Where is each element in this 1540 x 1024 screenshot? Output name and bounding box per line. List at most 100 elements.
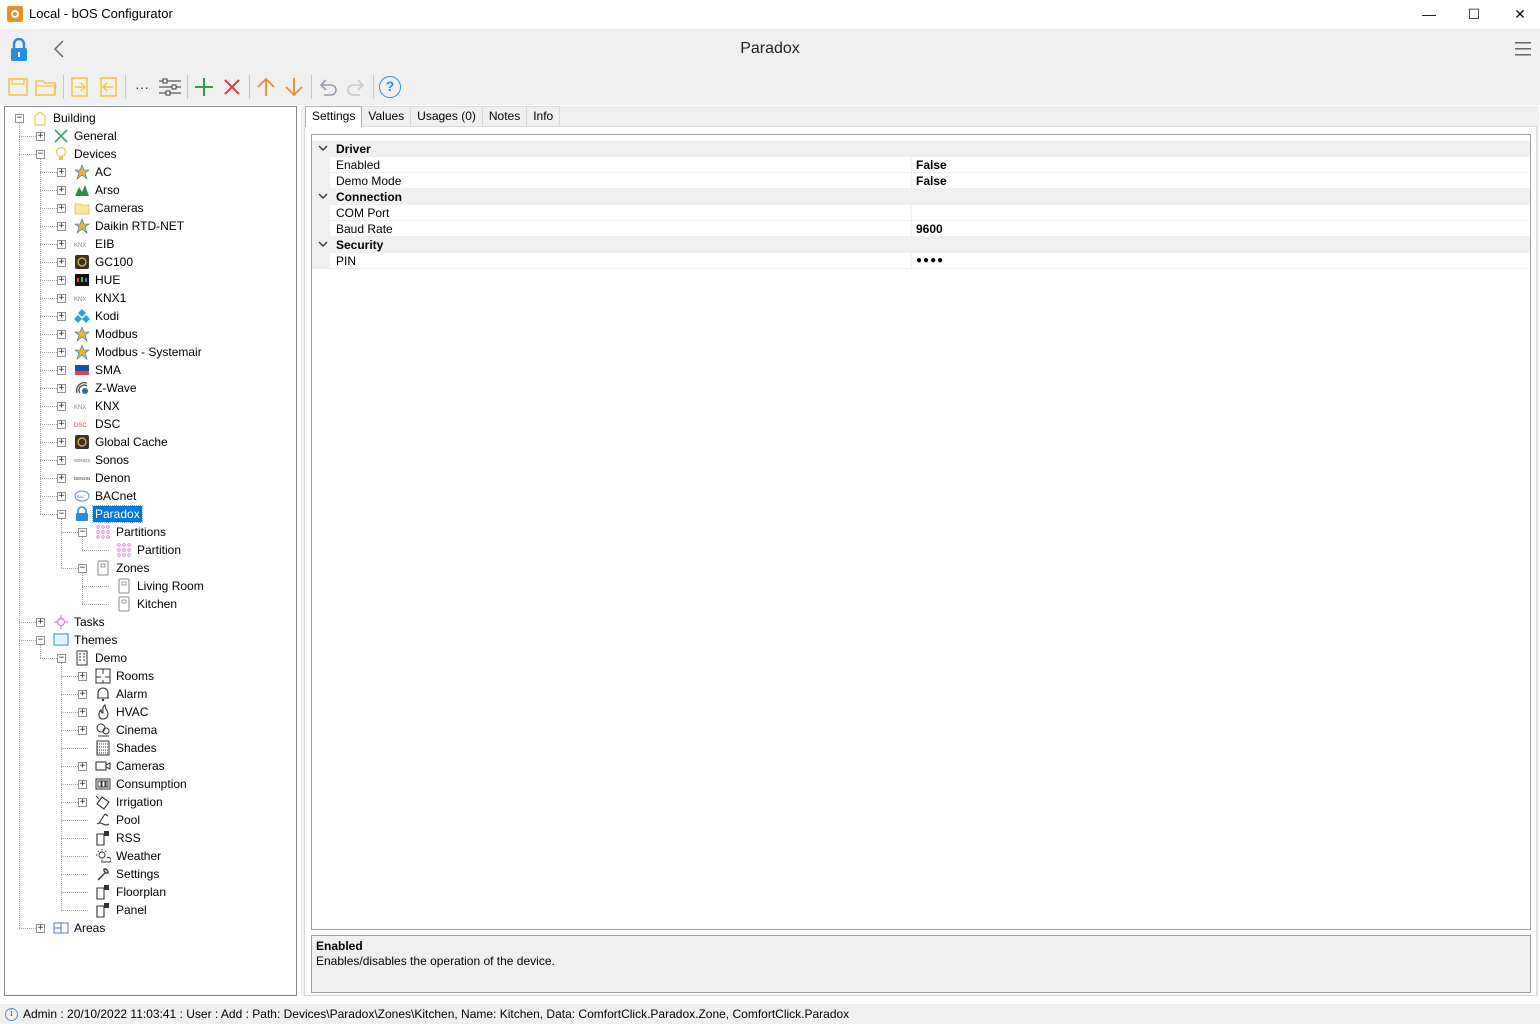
tree-node[interactable]: Rooms (95, 667, 156, 685)
tree-node-label[interactable]: Settings (114, 866, 161, 882)
tree-node-label[interactable]: Cameras (93, 200, 146, 216)
import-icon[interactable] (67, 74, 93, 100)
collapse-icon[interactable]: − (78, 528, 87, 537)
tree-node[interactable]: Pool (95, 811, 142, 829)
close-button[interactable]: ✕ (1497, 0, 1540, 28)
tree-node-label[interactable]: Daikin RTD-NET (93, 218, 186, 234)
hamburger-icon[interactable] (1515, 42, 1531, 56)
tree-node-label[interactable]: Denon (93, 470, 132, 486)
tree-node-label[interactable]: Floorplan (114, 884, 168, 900)
expand-icon[interactable]: + (36, 924, 45, 933)
tree-node-label[interactable]: EIB (93, 236, 116, 252)
tree-node[interactable]: HUE (74, 271, 122, 289)
tree-node-label[interactable]: Panel (114, 902, 149, 918)
tree-node[interactable]: SONOS Sonos (74, 451, 131, 469)
tree-node[interactable]: Cameras (95, 757, 167, 775)
tree-node-label[interactable]: Kitchen (135, 596, 179, 612)
expand-icon[interactable]: + (57, 222, 66, 231)
expand-icon[interactable]: + (57, 456, 66, 465)
tree-node-label[interactable]: Areas (72, 920, 107, 936)
tab-info[interactable]: Info (526, 106, 561, 126)
tree-node-label[interactable]: Shades (114, 740, 159, 756)
expand-icon[interactable]: + (78, 798, 87, 807)
tree-node-label[interactable]: Modbus - Systemair (93, 344, 204, 360)
tree-node-label[interactable]: Demo (93, 650, 129, 666)
redo-icon[interactable] (343, 74, 369, 100)
tree-node-label[interactable]: Building (51, 110, 98, 126)
tree-node[interactable]: Shades (95, 739, 159, 757)
tab-values[interactable]: Values (361, 106, 412, 126)
tree-node[interactable]: Irrigation (95, 793, 165, 811)
tree-node-label[interactable]: Zones (114, 560, 151, 576)
tree-node-label[interactable]: Sonos (93, 452, 131, 468)
tree-node-label[interactable]: Weather (114, 848, 163, 864)
tree-node[interactable]: Modbus - Systemair (74, 343, 204, 361)
tree-node-label[interactable]: Cameras (114, 758, 167, 774)
expand-icon[interactable]: + (57, 474, 66, 483)
tree-node[interactable]: KNX KNX (74, 397, 122, 415)
tree-node-label[interactable]: Pool (114, 812, 142, 828)
category-security[interactable]: Security (312, 237, 1530, 253)
tree-node[interactable]: DENON Denon (74, 469, 132, 487)
tree-node[interactable]: Global Cache (74, 433, 170, 451)
expand-icon[interactable]: + (57, 492, 66, 501)
tree-node[interactable]: Themes (53, 631, 119, 649)
property-value[interactable]: False (916, 174, 947, 188)
tree-node-label[interactable]: Partitions (114, 524, 168, 540)
expand-icon[interactable]: + (57, 258, 66, 267)
help-icon[interactable]: ? (377, 74, 403, 100)
tab-usages[interactable]: Usages (0) (410, 106, 483, 126)
tree-node-label[interactable]: AC (93, 164, 114, 180)
expand-icon[interactable]: + (57, 384, 66, 393)
tree-node-label[interactable]: Global Cache (93, 434, 170, 450)
tree-node-label[interactable]: Partition (135, 542, 183, 558)
properties-icon[interactable] (157, 74, 183, 100)
tree-node[interactable]: Kitchen (116, 595, 179, 613)
tree-node-label[interactable]: Devices (72, 146, 119, 162)
device-tree[interactable]: − Building + General − Devices + AC + Arso + Camera… (4, 106, 297, 996)
collapse-icon[interactable]: − (57, 510, 66, 519)
tree-node[interactable]: Settings (95, 865, 161, 883)
tree-node-label[interactable]: GC100 (93, 254, 135, 270)
tree-node[interactable]: Tasks (53, 613, 107, 631)
tree-node-label[interactable]: KNX1 (93, 290, 128, 306)
collapse-icon[interactable]: − (78, 564, 87, 573)
expand-icon[interactable]: + (57, 276, 66, 285)
tree-node[interactable]: Daikin RTD-NET (74, 217, 186, 235)
tree-node-label[interactable]: Kodi (93, 308, 121, 324)
tree-node[interactable]: Consumption (95, 775, 189, 793)
expand-icon[interactable]: + (36, 618, 45, 627)
collapse-icon[interactable]: − (15, 114, 24, 123)
more-icon[interactable]: ··· (129, 74, 155, 100)
property-value[interactable]: False (916, 158, 947, 172)
collapse-icon[interactable]: − (36, 150, 45, 159)
expand-icon[interactable]: + (36, 132, 45, 141)
tree-node-label[interactable]: Paradox (92, 505, 143, 523)
tree-node-label[interactable]: HVAC (114, 704, 150, 720)
property-row-baud-rate[interactable]: Baud Rate 9600 (312, 221, 1530, 237)
tree-node-label[interactable]: KNX (93, 398, 122, 414)
tree-node-label[interactable]: SMA (93, 362, 123, 378)
tree-node-label[interactable]: Consumption (114, 776, 189, 792)
property-value[interactable]: 9600 (916, 222, 943, 236)
property-row-com-port[interactable]: COM Port (312, 205, 1530, 221)
maximize-button[interactable]: ☐ (1451, 0, 1497, 28)
tree-node[interactable]: DSC DSC (74, 415, 122, 433)
expand-icon[interactable]: + (57, 186, 66, 195)
collapse-icon[interactable]: − (57, 654, 66, 663)
tree-node[interactable]: BAC BACnet (74, 487, 138, 505)
tree-node[interactable]: Partition (116, 541, 183, 559)
tree-node-label[interactable]: Living Room (135, 578, 206, 594)
tab-settings[interactable]: Settings (305, 106, 363, 127)
expand-icon[interactable]: + (57, 348, 66, 357)
chevron-down-icon[interactable] (318, 239, 328, 249)
expand-icon[interactable]: + (78, 726, 87, 735)
tree-node[interactable]: RSS (95, 829, 143, 847)
chevron-down-icon[interactable] (318, 191, 328, 201)
expand-icon[interactable]: + (57, 312, 66, 321)
expand-icon[interactable]: + (78, 762, 87, 771)
tree-node[interactable]: Weather (95, 847, 163, 865)
tree-node[interactable]: Modbus (74, 325, 140, 343)
expand-icon[interactable]: + (57, 168, 66, 177)
tree-node-label[interactable]: HUE (93, 272, 122, 288)
